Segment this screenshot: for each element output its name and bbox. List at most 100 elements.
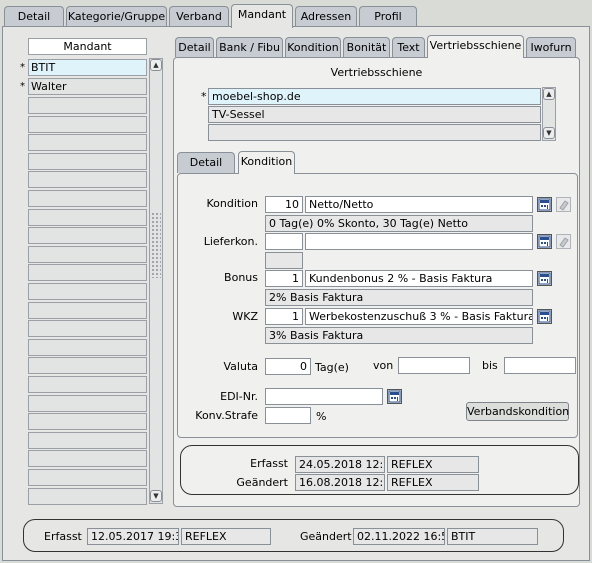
tab-mandant[interactable]: Mandant	[231, 4, 293, 28]
kondition-code-field[interactable]: 10	[265, 196, 303, 213]
list-item[interactable]	[28, 469, 147, 486]
lieferkon-code-field[interactable]	[265, 233, 303, 250]
calculator-icon[interactable]	[537, 309, 552, 324]
list-item[interactable]	[28, 245, 147, 263]
valuta-von-field[interactable]	[398, 357, 470, 374]
geaendert-user: BTIT	[447, 528, 538, 545]
list-item-label: Walter	[31, 80, 67, 93]
wkz-code-field[interactable]: 1	[265, 308, 303, 325]
subtab-kondition[interactable]: Kondition	[238, 151, 295, 174]
konv-strafe-field[interactable]	[265, 407, 311, 424]
verbandskondition-button[interactable]: Verbandskondition	[466, 402, 569, 421]
list-item[interactable]	[28, 208, 147, 226]
list-item[interactable]	[28, 264, 147, 282]
list-item[interactable]	[28, 487, 147, 505]
erfasst-user: REFLEX	[181, 528, 271, 545]
scroll-up-icon[interactable]: ▲	[150, 59, 162, 71]
tab-kondition[interactable]: Kondition	[285, 37, 341, 57]
kondition-label: Kondition	[206, 197, 258, 210]
tab-kategorie-gruppe[interactable]: Kategorie/Gruppe	[66, 6, 167, 27]
valuta-unit: Tag(e)	[315, 361, 349, 374]
list-item[interactable]	[28, 413, 147, 431]
lieferkon-description	[265, 252, 303, 269]
geaendert-label: Geändert	[300, 530, 352, 543]
list-item[interactable]	[28, 450, 147, 468]
row-marker: *	[20, 62, 25, 73]
edi-field[interactable]	[265, 388, 383, 405]
list-item[interactable]	[28, 338, 147, 356]
geaendert-label: Geändert	[236, 476, 288, 489]
list-item[interactable]	[28, 283, 147, 300]
kondition-name-field[interactable]: Netto/Netto	[305, 196, 533, 213]
list-item[interactable]	[28, 320, 147, 338]
geaendert-date: 02.11.2022 16:54	[353, 528, 445, 545]
edi-label: EDI-Nr.	[220, 390, 258, 403]
list-item[interactable]	[28, 394, 147, 412]
tab-adressen[interactable]: Adressen	[295, 6, 357, 27]
list-item-label: BTIT	[31, 61, 56, 74]
vertriebsschiene-row[interactable]: TV-Sessel	[208, 106, 541, 123]
list-item[interactable]: Walter	[28, 78, 147, 95]
lieferkon-name-field[interactable]	[305, 233, 533, 250]
valuta-label: Valuta	[223, 360, 259, 373]
list-item[interactable]	[28, 152, 147, 170]
bis-label: bis	[482, 359, 498, 372]
bonus-label: Bonus	[224, 271, 258, 284]
erfasst-date: 12.05.2017 19:32	[87, 528, 179, 545]
tab-vertriebsschiene[interactable]: Vertriebsschiene	[427, 35, 524, 58]
tab-profil[interactable]: Profil	[359, 6, 417, 27]
list-item[interactable]	[28, 431, 147, 449]
list-item[interactable]	[28, 301, 147, 319]
tab-text[interactable]: Text	[392, 37, 425, 57]
calculator-icon[interactable]	[537, 197, 552, 212]
tab-verband[interactable]: Verband	[169, 6, 229, 27]
bonus-name-field[interactable]: Kundenbonus 2 % - Basis Faktura	[305, 270, 533, 287]
tab-detail-inner[interactable]: Detail	[175, 37, 214, 57]
mandant-list-scrollbar[interactable]	[149, 58, 163, 504]
konv-strafe-label: Konv.Strafe	[195, 409, 258, 422]
list-item[interactable]	[28, 357, 147, 375]
mandant-list-header[interactable]: Mandant	[28, 38, 147, 55]
wkz-label: WKZ	[232, 310, 258, 323]
wkz-name-field[interactable]: Werbekostenzuschuß 3 % - Basis Faktura	[305, 308, 533, 325]
list-item[interactable]	[28, 171, 147, 189]
list-item[interactable]: BTIT	[28, 59, 147, 76]
list-item[interactable]	[28, 115, 147, 133]
row-marker: *	[20, 81, 25, 92]
eraser-icon[interactable]	[556, 234, 571, 249]
tab-detail[interactable]: Detail	[4, 6, 64, 27]
tab-bonitaet[interactable]: Bonität	[343, 37, 390, 57]
vertriebsschiene-row[interactable]: moebel-shop.de	[208, 88, 541, 105]
calculator-icon[interactable]	[537, 234, 552, 249]
scroll-down-icon[interactable]: ▼	[150, 490, 162, 502]
geaendert-user: REFLEX	[387, 474, 479, 491]
subtab-detail[interactable]: Detail	[177, 152, 235, 173]
valuta-field[interactable]: 0	[265, 358, 311, 375]
row-marker: *	[201, 90, 207, 103]
bonus-code-field[interactable]: 1	[265, 270, 303, 287]
eraser-icon[interactable]	[556, 197, 571, 212]
scroll-up-icon[interactable]: ▲	[543, 88, 555, 100]
lieferkon-label: Lieferkon.	[203, 235, 258, 248]
list-item[interactable]	[28, 376, 147, 393]
scroll-grip-icon[interactable]	[151, 212, 161, 278]
list-item[interactable]	[28, 190, 147, 207]
list-item[interactable]	[28, 227, 147, 245]
erfasst-user: REFLEX	[387, 456, 479, 473]
vertriebsschiene-row[interactable]	[208, 124, 541, 141]
kondition-description: 0 Tag(e) 0% Skonto, 30 Tag(e) Netto	[265, 215, 533, 232]
wkz-description: 3% Basis Faktura	[265, 327, 533, 344]
erfasst-date: 24.05.2018 12:27	[295, 456, 385, 473]
erfasst-label: Erfasst	[250, 457, 288, 470]
scroll-down-icon[interactable]: ▼	[543, 127, 555, 139]
calculator-icon[interactable]	[537, 271, 552, 286]
window: Detail Kategorie/Gruppe Verband Mandant …	[0, 0, 592, 563]
calculator-icon[interactable]	[387, 389, 402, 404]
tab-bank-fibu[interactable]: Bank / Fibu	[216, 37, 283, 57]
von-label: von	[373, 359, 394, 372]
list-item[interactable]	[28, 134, 147, 152]
tab-iwofurn[interactable]: Iwofurn	[526, 37, 576, 57]
valuta-bis-field[interactable]	[504, 357, 576, 374]
list-item[interactable]	[28, 97, 147, 114]
bonus-description: 2% Basis Faktura	[265, 289, 533, 306]
